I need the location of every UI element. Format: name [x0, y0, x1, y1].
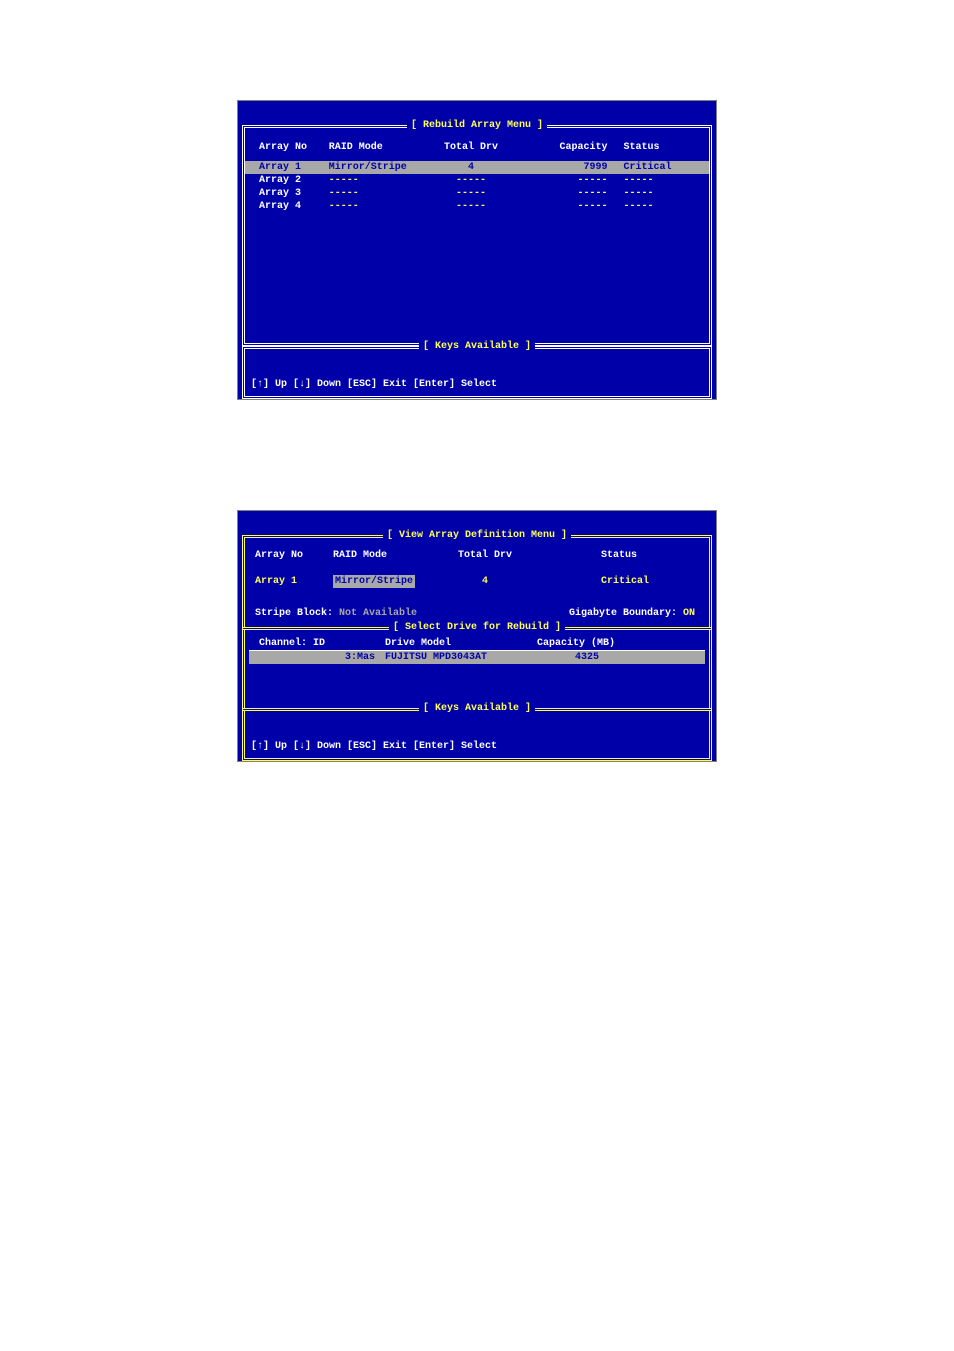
keys-available-panel-2: [ Keys Available ] [↑] Up [↓] Down [ESC]…: [242, 708, 712, 761]
keys-available-panel: [ Keys Available ] [↑] Up [↓] Down [ESC]…: [242, 346, 712, 399]
cell-totaldrv: -----: [427, 201, 514, 212]
rebuild-array-screen: [ Rebuild Array Menu ] Array No RAID Mod…: [237, 100, 717, 400]
array-row-3[interactable]: Array 3 ----- ----- ----- -----: [245, 187, 709, 200]
cell-arrayno: Array 2: [253, 175, 329, 186]
view-array-panel: [ View Array Definition Menu ] Array No …: [242, 535, 712, 630]
cell-totaldrv: -----: [427, 175, 514, 186]
cell-status: -----: [624, 201, 701, 212]
header-status: Status: [601, 550, 701, 561]
drive-row[interactable]: 3:Mas FUJITSU MPD3043AT 4325: [249, 651, 705, 664]
header-model: Drive Model: [385, 638, 537, 649]
cell-totaldrv: 4: [435, 576, 535, 587]
cell-status: -----: [624, 175, 701, 186]
array-table-headers: Array No RAID Mode Total Drv Capacity St…: [245, 128, 709, 159]
cell-totaldrv: 4: [427, 162, 514, 173]
select-drive-title: [ Select Drive for Rebuild ]: [389, 622, 565, 633]
keys-help-text-2: [↑] Up [↓] Down [ESC] Exit [Enter] Selec…: [251, 741, 703, 752]
header-arrayno: Array No: [253, 142, 329, 153]
select-drive-panel: [ Select Drive for Rebuild ] Channel: ID…: [242, 627, 712, 711]
rebuild-array-panel: [ Rebuild Array Menu ] Array No RAID Mod…: [242, 125, 712, 346]
cell-capacity: 7999: [515, 162, 624, 173]
keys-available-title-2: [ Keys Available ]: [419, 703, 535, 714]
keys-help-text: [↑] Up [↓] Down [ESC] Exit [Enter] Selec…: [251, 379, 703, 390]
cell-status: Critical: [601, 576, 701, 587]
stripe-block-label: Stripe Block:: [255, 608, 333, 619]
header-raidmode: RAID Mode: [329, 142, 428, 153]
stripe-block-value: Not Available: [339, 608, 417, 619]
header-capacity: Capacity: [515, 142, 624, 153]
rebuild-array-title: [ Rebuild Array Menu ]: [407, 120, 547, 131]
header-status: Status: [624, 142, 701, 153]
view-array-definition-screen: [ View Array Definition Menu ] Array No …: [237, 510, 717, 762]
header-channel: Channel: ID: [259, 638, 385, 649]
header-totaldrv: Total Drv: [427, 142, 514, 153]
cell-raidmode: Mirror/Stripe: [333, 575, 415, 588]
cell-model: FUJITSU MPD3043AT: [385, 652, 537, 663]
header-arrayno: Array No: [255, 550, 333, 561]
cell-arrayno: Array 3: [253, 188, 329, 199]
header-totaldrv: Total Drv: [435, 550, 535, 561]
gigabyte-boundary-label: Gigabyte Boundary:: [569, 608, 677, 619]
cell-arrayno: Array 4: [253, 201, 329, 212]
gigabyte-boundary-value: ON: [683, 608, 695, 619]
header-capacity: Capacity (MB): [537, 638, 637, 649]
cell-channel: 3:Mas: [259, 652, 385, 663]
cell-raidmode: -----: [329, 188, 428, 199]
cell-arrayno: Array 1: [253, 162, 329, 173]
cell-status: -----: [624, 188, 701, 199]
header-raidmode: RAID Mode: [333, 550, 435, 561]
cell-status: Critical: [624, 162, 701, 173]
cell-raidmode: -----: [329, 201, 428, 212]
cell-raidmode: -----: [329, 175, 428, 186]
cell-capacity: -----: [515, 201, 624, 212]
array-row-1[interactable]: Array 1 Mirror/Stripe 4 7999 Critical: [245, 161, 709, 174]
cell-capacity: -----: [515, 175, 624, 186]
cell-totaldrv: -----: [427, 188, 514, 199]
array-row-4[interactable]: Array 4 ----- ----- ----- -----: [245, 200, 709, 213]
cell-arrayno: Array 1: [255, 576, 333, 587]
cell-capacity: 4325: [537, 652, 637, 663]
drive-headers: Channel: ID Drive Model Capacity (MB): [249, 630, 705, 651]
cell-capacity: -----: [515, 188, 624, 199]
array-def-row[interactable]: Array 1 Mirror/Stripe 4 Critical: [245, 575, 709, 602]
array-def-headers: Array No RAID Mode Total Drv Status: [245, 538, 709, 575]
view-array-title: [ View Array Definition Menu ]: [383, 530, 571, 541]
cell-raidmode: Mirror/Stripe: [329, 162, 428, 173]
keys-available-title: [ Keys Available ]: [419, 341, 535, 352]
array-row-2[interactable]: Array 2 ----- ----- ----- -----: [245, 174, 709, 187]
